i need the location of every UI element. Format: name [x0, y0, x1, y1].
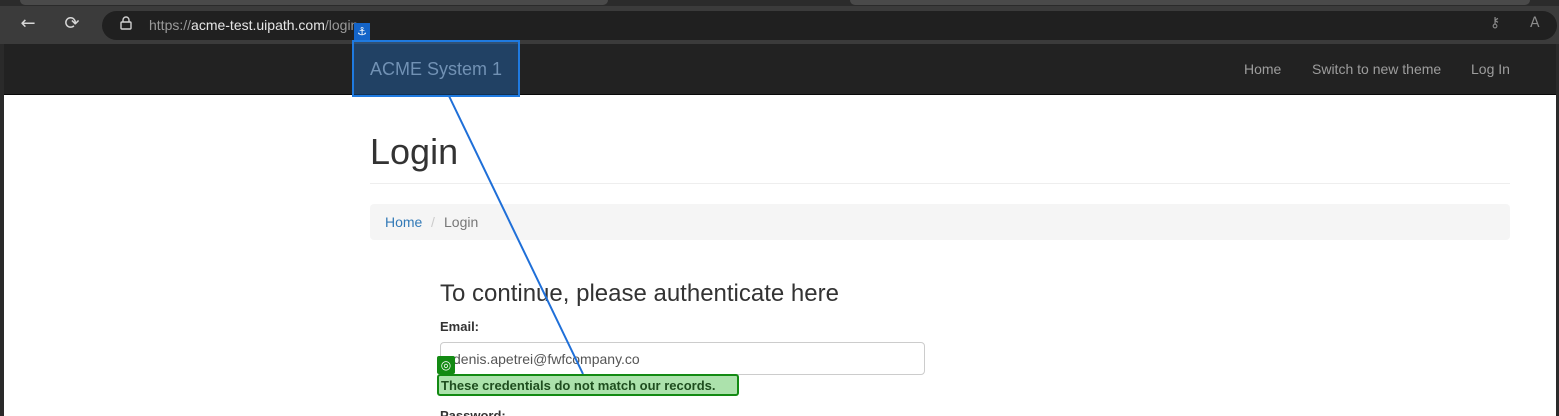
page-title: Login	[370, 131, 459, 172]
reload-icon[interactable]: ⟳	[60, 12, 84, 36]
anchor-highlight	[352, 40, 520, 97]
url-host: acme-test.uipath.com	[191, 17, 325, 33]
back-icon[interactable]: ←	[16, 12, 40, 36]
error-message: These credentials do not match our recor…	[441, 378, 716, 393]
email-field[interactable]	[440, 342, 925, 375]
browser-tab[interactable]	[20, 0, 608, 5]
anchor-icon: ⚓	[354, 23, 370, 40]
title-divider	[370, 183, 1510, 184]
browser-tab[interactable]	[850, 0, 1530, 5]
window-border	[0, 44, 4, 416]
form-heading: To continue, please authenticate here	[440, 280, 839, 307]
url-prefix: https://	[149, 17, 192, 33]
breadcrumb-home-link[interactable]: Home	[385, 214, 422, 230]
url-text[interactable]: https://acme-test.uipath.com/login	[149, 17, 358, 33]
breadcrumb-current: Login	[444, 214, 479, 230]
target-icon: ◎	[437, 356, 455, 374]
breadcrumb	[370, 204, 1510, 240]
nav-link-home[interactable]: Home	[1244, 61, 1281, 77]
read-aloud-icon[interactable]: A	[1530, 15, 1540, 31]
key-icon[interactable]: ⚷	[1490, 15, 1500, 31]
password-label: Password:	[440, 408, 506, 416]
breadcrumb-separator: /	[431, 214, 435, 230]
email-label: Email:	[440, 319, 480, 334]
lock-icon[interactable]	[120, 16, 132, 30]
nav-link-login[interactable]: Log In	[1471, 61, 1510, 77]
nav-link-switch-theme[interactable]: Switch to new theme	[1312, 61, 1441, 77]
